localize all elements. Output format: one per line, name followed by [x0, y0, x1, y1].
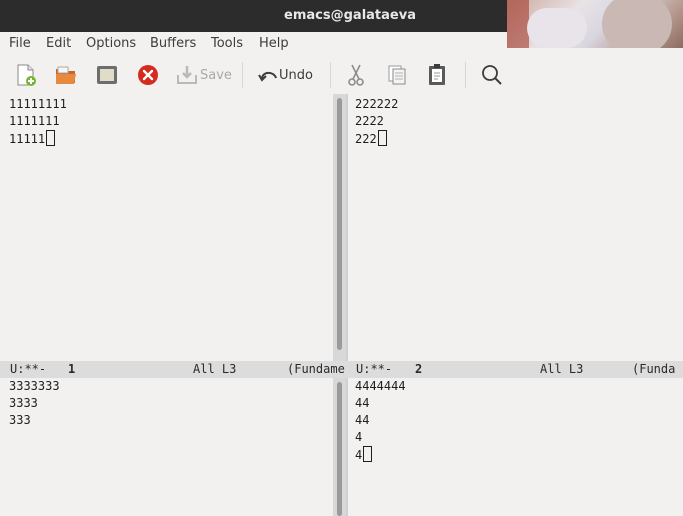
- buffer-text[interactable]: 3333333 3333 333: [9, 378, 60, 429]
- dired-button[interactable]: [95, 63, 119, 87]
- modeline-mode: (Funda: [632, 362, 676, 376]
- toolbar-separator: [465, 62, 466, 88]
- copy-icon: [388, 65, 406, 85]
- undo-button[interactable]: Undo: [257, 63, 313, 87]
- window-top-left[interactable]: 11111111 1111111 11111: [0, 94, 333, 361]
- toolbar-separator: [242, 62, 243, 88]
- window-bottom-left[interactable]: 3333333 3333 333: [0, 378, 333, 516]
- scrollbar-thumb[interactable]: [337, 98, 342, 350]
- close-buffer-button[interactable]: [136, 63, 160, 87]
- save-icon: [177, 66, 197, 84]
- text-line: 44: [355, 396, 370, 410]
- paste-button[interactable]: [426, 63, 448, 87]
- modeline-position: All L3: [540, 362, 584, 376]
- directory-icon: [97, 66, 117, 84]
- toolbar-separator: [330, 62, 331, 88]
- modeline-position: All L3: [193, 362, 237, 376]
- text-line: 3333: [9, 396, 38, 410]
- menu-tools[interactable]: Tools: [211, 36, 243, 51]
- modeline-mode: (Fundame: [287, 362, 345, 376]
- text-line: 1111111: [9, 114, 60, 128]
- paste-icon: [429, 64, 445, 85]
- modeline-buffer-name: 2: [415, 362, 423, 376]
- new-file-icon: [17, 64, 36, 86]
- undo-label: Undo: [279, 67, 313, 83]
- save-button[interactable]: Save: [176, 63, 232, 87]
- buffer-text[interactable]: 11111111 1111111 11111: [9, 96, 67, 148]
- new-file-button[interactable]: [15, 63, 37, 87]
- text-line-content: 4: [355, 448, 363, 462]
- mode-line-right[interactable]: U:**- 2 All L3 (Funda: [348, 361, 683, 378]
- webcam-overlay: [507, 0, 683, 48]
- menu-options[interactable]: Options: [86, 36, 136, 51]
- scrollbar-thumb[interactable]: [337, 382, 342, 516]
- modeline-buffer-name: 1: [68, 362, 76, 376]
- menu-help[interactable]: Help: [259, 36, 289, 51]
- menu-file[interactable]: File: [9, 36, 31, 51]
- text-line: 44: [355, 413, 370, 427]
- scrollbar-bottom-left[interactable]: [333, 378, 346, 516]
- cursor: [363, 446, 373, 462]
- text-line: 4: [355, 446, 406, 464]
- text-line: 3333333: [9, 379, 60, 393]
- menu-bar: File Edit Options Buffers Tools Help: [0, 32, 507, 56]
- open-folder-icon: [56, 66, 76, 84]
- text-line-content: 222: [355, 132, 377, 146]
- text-line: 2222: [355, 114, 384, 128]
- window-top-right[interactable]: 222222 2222 222: [348, 94, 683, 361]
- open-file-button[interactable]: [54, 63, 78, 87]
- cut-button[interactable]: [345, 63, 367, 87]
- menu-buffers[interactable]: Buffers: [150, 36, 196, 51]
- text-line: 4444444: [355, 379, 406, 393]
- mode-line-left[interactable]: U:**- 1 All L3 (Fundame: [0, 361, 348, 378]
- menu-edit[interactable]: Edit: [46, 36, 71, 51]
- modeline-status: U:**-: [10, 362, 47, 376]
- buffer-text[interactable]: 4444444 44 44 4 4: [355, 378, 406, 464]
- text-line: 222: [355, 130, 398, 148]
- close-buffer-icon: [138, 65, 158, 85]
- search-icon: [482, 65, 502, 85]
- scrollbar-top-left[interactable]: [333, 94, 346, 361]
- text-line: 11111: [9, 130, 67, 148]
- buffer-text[interactable]: 222222 2222 222: [355, 96, 398, 148]
- text-line: 11111111: [9, 97, 67, 111]
- window-bottom-right[interactable]: 4444444 44 44 4 4: [348, 378, 683, 516]
- cursor: [46, 130, 56, 146]
- undo-icon: [258, 71, 277, 82]
- cursor: [377, 130, 387, 146]
- modeline-status: U:**-: [356, 362, 393, 376]
- text-line: 222222: [355, 97, 399, 111]
- text-line: 4: [355, 430, 363, 444]
- scissors-icon: [348, 64, 364, 86]
- text-line: 333: [9, 413, 31, 427]
- save-label: Save: [200, 67, 232, 83]
- search-button[interactable]: [481, 63, 503, 87]
- text-line-content: 11111: [9, 132, 46, 146]
- toolbar: Save Undo: [0, 56, 683, 95]
- copy-button[interactable]: [386, 63, 408, 87]
